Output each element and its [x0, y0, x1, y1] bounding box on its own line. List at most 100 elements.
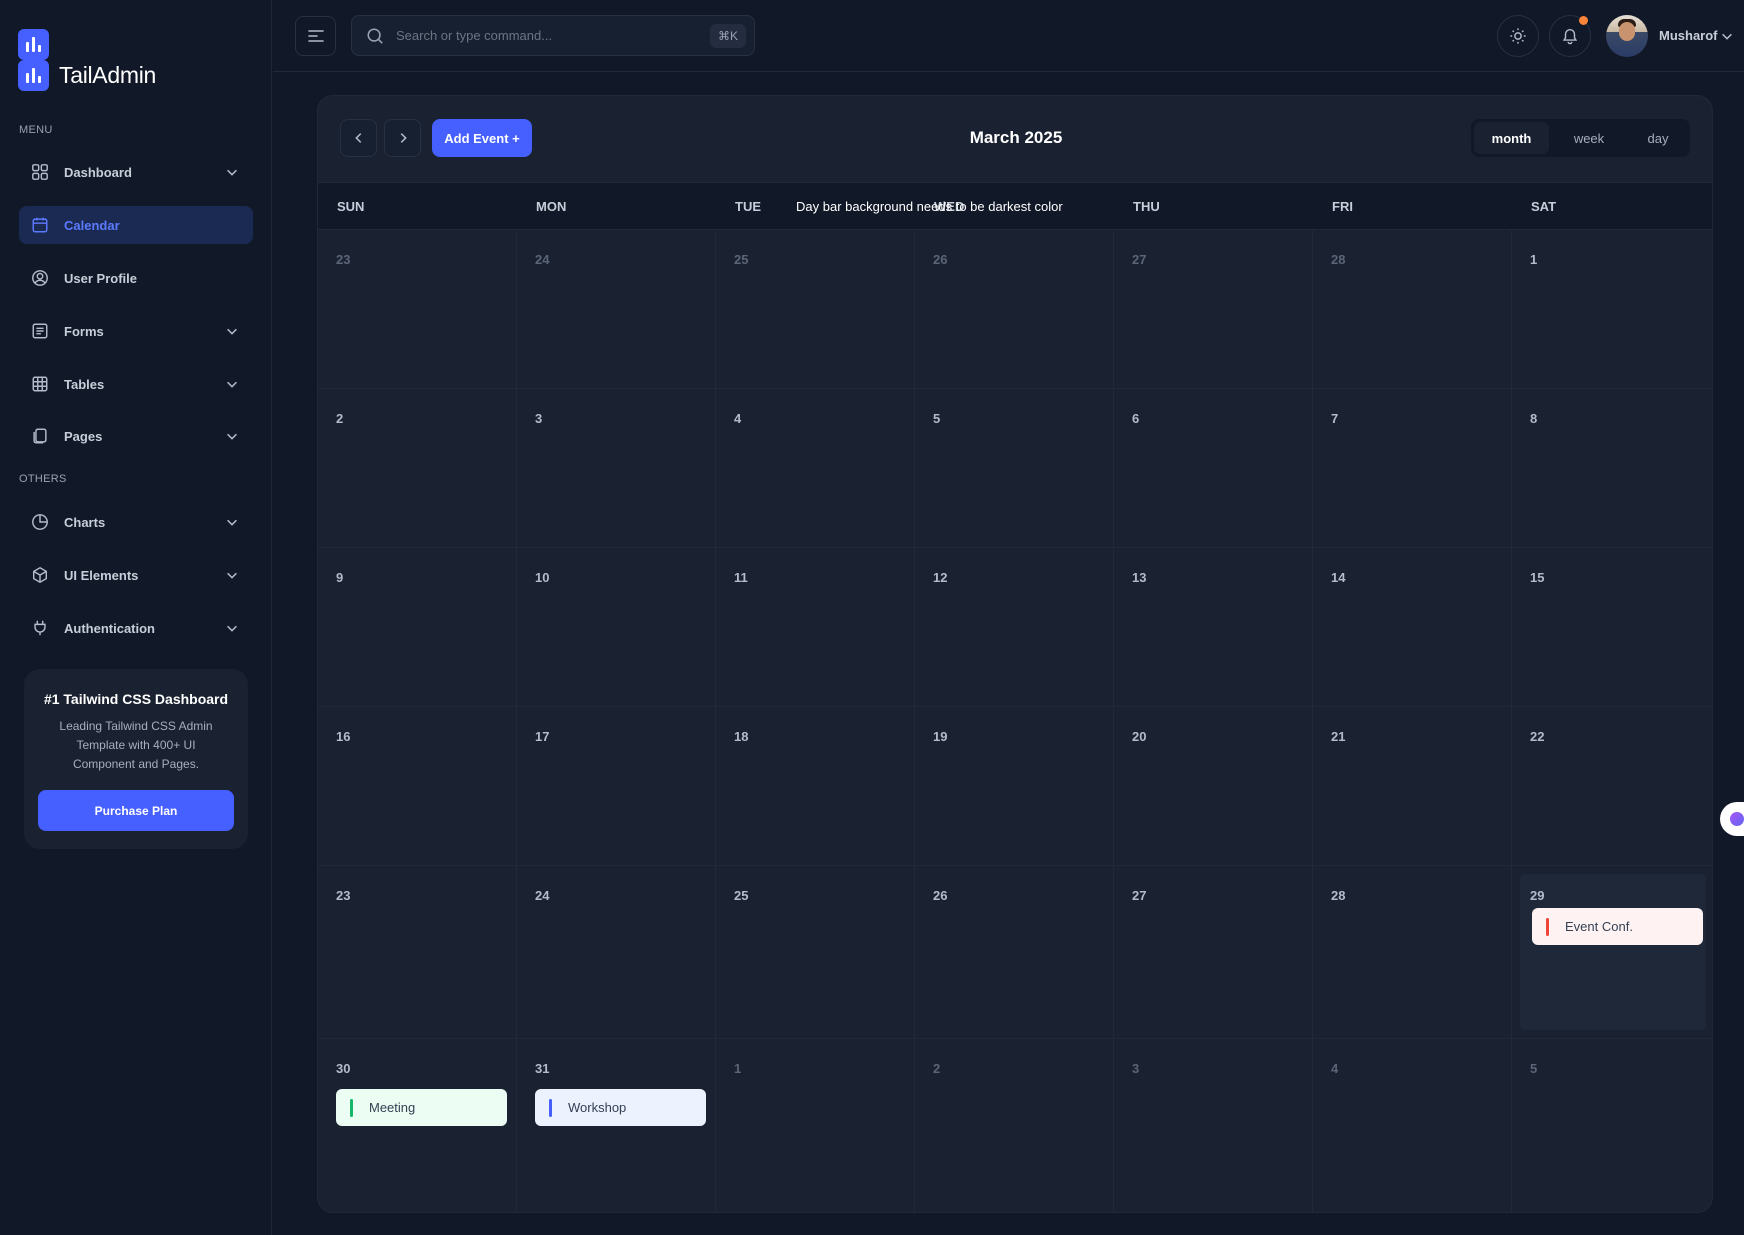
sidebar-item-label: UI Elements — [64, 567, 139, 583]
calendar-card: Add Event + March 2025 month week day SU… — [317, 95, 1713, 1213]
day-number: 13 — [1132, 570, 1147, 585]
avatar[interactable] — [1606, 15, 1648, 57]
sidebar-item-label: Pages — [64, 428, 103, 444]
calendar-day-cell[interactable]: 6 — [1114, 389, 1313, 548]
calendar-day-cell[interactable]: 4 — [1313, 1039, 1512, 1212]
sidebar-item-pages[interactable]: Pages — [19, 417, 253, 455]
event-color-bar — [1546, 917, 1549, 936]
day-number: 22 — [1530, 729, 1545, 744]
day-number: 12 — [933, 570, 948, 585]
day-number: 28 — [1331, 888, 1346, 903]
calendar-day-cell[interactable]: 12 — [915, 548, 1114, 707]
calendar-day-cell[interactable]: 25 — [716, 866, 915, 1039]
sidebar-item-authentication[interactable]: Authentication — [19, 609, 253, 647]
sidebar-item-tables[interactable]: Tables — [19, 365, 253, 403]
day-number: 27 — [1132, 252, 1147, 267]
sidebar-item-forms[interactable]: Forms — [19, 312, 253, 350]
calendar-day-cell[interactable]: 9 — [318, 548, 517, 707]
table-icon — [32, 376, 48, 392]
sidebar-item-ui-elements[interactable]: UI Elements — [19, 556, 253, 594]
app: TailAdmin MENU Dashboard Calendar User P… — [0, 0, 1744, 1235]
notifications-button[interactable] — [1549, 15, 1591, 57]
calendar-day-cell[interactable]: 30 Meeting — [318, 1039, 517, 1212]
calendar-day-cell[interactable]: 2 — [915, 1039, 1114, 1212]
calendar-day-cell[interactable]: 26 — [915, 866, 1114, 1039]
calendar-day-cell[interactable]: 28 — [1313, 230, 1512, 389]
logo-icon — [18, 60, 49, 91]
theme-toggle-button[interactable] — [1497, 15, 1539, 57]
view-week-button[interactable]: week — [1549, 122, 1629, 154]
view-month-button[interactable]: month — [1474, 122, 1549, 154]
event-title: Event Conf. — [1565, 919, 1633, 934]
calendar-day-cell[interactable]: 5 — [1512, 1039, 1712, 1212]
event-title: Workshop — [568, 1100, 627, 1115]
calendar-day-cell[interactable]: 25 — [716, 230, 915, 389]
calendar-day-cell[interactable]: 23 — [318, 866, 517, 1039]
calendar-event[interactable]: Event Conf. — [1532, 908, 1703, 945]
calendar-day-cell[interactable]: 10 — [517, 548, 716, 707]
sidebar-item-dashboard[interactable]: Dashboard — [19, 153, 253, 191]
calendar-day-cell[interactable]: 19 — [915, 707, 1114, 866]
chevron-down-icon[interactable] — [1720, 29, 1734, 43]
search-input[interactable] — [396, 16, 696, 55]
promo-description: Leading Tailwind CSS Admin Template with… — [59, 719, 213, 771]
sidebar: TailAdmin MENU Dashboard Calendar User P… — [0, 0, 272, 1235]
calendar-day-cell[interactable]: 15 — [1512, 548, 1712, 707]
calendar-day-cell[interactable]: 4 — [716, 389, 915, 548]
chevron-down-icon — [227, 169, 237, 176]
day-highlight — [1520, 874, 1706, 1030]
calendar-day-cell[interactable]: 21 — [1313, 707, 1512, 866]
calendar-day-cell[interactable]: 1 — [1512, 230, 1712, 389]
calendar-day-cell[interactable]: 27 — [1114, 230, 1313, 389]
calendar-day-cell[interactable]: 11 — [716, 548, 915, 707]
calendar-day-cell[interactable]: 17 — [517, 707, 716, 866]
calendar-day-cell[interactable]: 24 — [517, 866, 716, 1039]
chevron-down-icon — [227, 328, 237, 335]
calendar-day-cell[interactable]: 2 — [318, 389, 517, 548]
calendar-day-cell[interactable]: 3 — [1114, 1039, 1313, 1212]
calendar-day-cell[interactable]: 31 Workshop — [517, 1039, 716, 1212]
user-name[interactable]: Musharof — [1659, 28, 1718, 43]
calendar-day-cell[interactable]: 13 — [1114, 548, 1313, 707]
calendar-day-cell[interactable]: 18 — [716, 707, 915, 866]
calendar-day-cell[interactable]: 8 — [1512, 389, 1712, 548]
calendar-event[interactable]: Workshop — [535, 1089, 706, 1126]
calendar-day-cell[interactable]: 5 — [915, 389, 1114, 548]
chevron-down-icon — [227, 519, 237, 526]
calendar-day-cell[interactable]: 14 — [1313, 548, 1512, 707]
chevron-down-icon — [227, 381, 237, 388]
calendar-day-cell[interactable]: 23 — [318, 230, 517, 389]
pages-icon — [33, 428, 47, 444]
sidebar-item-calendar[interactable]: Calendar — [19, 206, 253, 244]
purchase-plan-button[interactable]: Purchase Plan — [38, 790, 234, 831]
day-number: 7 — [1331, 411, 1339, 426]
assistant-icon — [1730, 812, 1744, 826]
calendar-day-cell[interactable]: 3 — [517, 389, 716, 548]
calendar-day-cell[interactable]: 27 — [1114, 866, 1313, 1039]
calendar-day-cell[interactable]: 22 — [1512, 707, 1712, 866]
brand-logo[interactable]: TailAdmin — [18, 29, 198, 91]
sidebar-item-charts[interactable]: Charts — [19, 503, 253, 541]
day-number: 17 — [535, 729, 550, 744]
calendar-day-cell[interactable]: 20 — [1114, 707, 1313, 866]
sidebar-item-label: Dashboard — [64, 164, 132, 180]
calendar-day-cell[interactable]: 7 — [1313, 389, 1512, 548]
day-number: 24 — [535, 252, 550, 267]
sidebar-item-label: Authentication — [64, 620, 155, 636]
calendar-day-cell[interactable]: 26 — [915, 230, 1114, 389]
day-name-sat: SAT — [1531, 199, 1557, 214]
calendar-day-cell[interactable]: 1 — [716, 1039, 915, 1212]
calendar-event[interactable]: Meeting — [336, 1089, 507, 1126]
sidebar-toggle-button[interactable] — [295, 16, 336, 56]
view-day-button[interactable]: day — [1629, 122, 1687, 154]
day-number: 9 — [336, 570, 344, 585]
calendar-day-cell[interactable]: 24 — [517, 230, 716, 389]
assistant-widget-button[interactable] — [1720, 802, 1744, 836]
event-color-bar — [549, 1098, 552, 1117]
calendar-day-cell[interactable]: 29 Event Conf. — [1512, 866, 1712, 1039]
promo-title: #1 Tailwind CSS Dashboard — [43, 691, 229, 707]
sidebar-item-user-profile[interactable]: User Profile — [19, 259, 253, 297]
calendar-day-cell[interactable]: 28 — [1313, 866, 1512, 1039]
day-number: 4 — [1331, 1061, 1339, 1076]
calendar-day-cell[interactable]: 16 — [318, 707, 517, 866]
